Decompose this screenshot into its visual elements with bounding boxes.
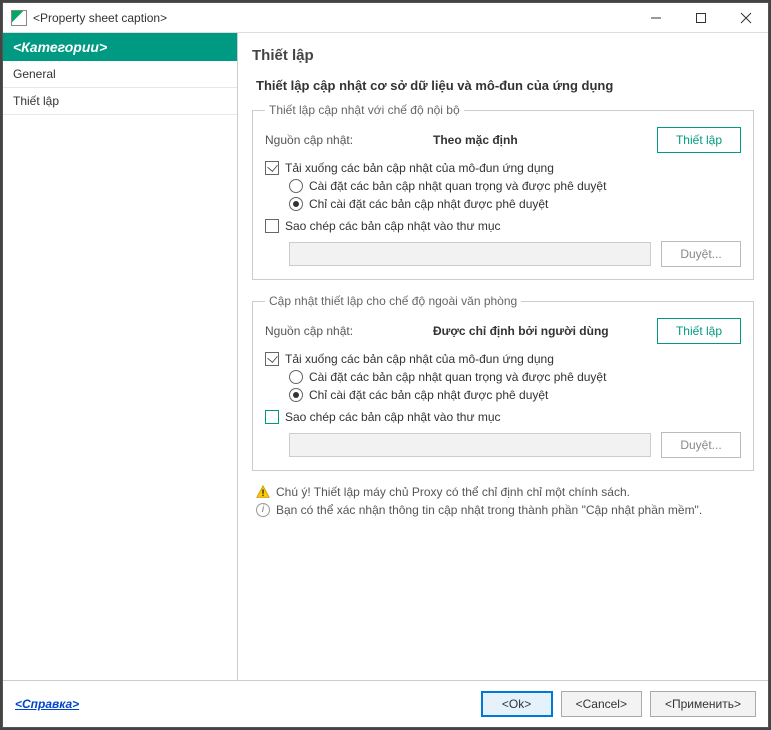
internal-radio-approved-label: Chỉ cài đặt các bản cập nhật được phê du… [309,197,548,211]
group-external-legend: Cập nhật thiết lập cho chế độ ngoài văn … [265,294,521,308]
main-panel: Thiết lập Thiết lập cập nhật cơ sở dữ li… [238,33,768,680]
titlebar: <Property sheet caption> [3,3,768,33]
external-radio-approved[interactable] [289,388,303,402]
external-radio-important[interactable] [289,370,303,384]
window-title: <Property sheet caption> [33,11,633,25]
external-download-label: Tải xuống các bản cập nhật của mô-đun ứn… [285,352,554,366]
group-external: Cập nhật thiết lập cho chế độ ngoài văn … [252,294,754,471]
internal-browse-button[interactable]: Duyệt... [661,241,741,267]
internal-radio-important-label: Cài đặt các bản cập nhật quan trọng và đ… [309,179,606,193]
info-icon: i [256,503,270,517]
maximize-button[interactable] [678,3,723,32]
internal-copy-path-input[interactable] [289,242,651,266]
cancel-button[interactable]: <Cancel> [561,691,642,717]
external-setup-button[interactable]: Thiết lập [657,318,741,344]
internal-source-label: Nguồn cập nhật: [265,133,425,147]
apply-button[interactable]: <Применить> [650,691,756,717]
internal-download-label: Tải xuống các bản cập nhật của mô-đun ứn… [285,161,554,175]
external-radio-approved-label: Chỉ cài đặt các bản cập nhật được phê du… [309,388,548,402]
external-download-checkbox[interactable] [265,352,279,366]
dialog-footer: <Справка> <Ok> <Cancel> <Применить> [3,680,768,727]
sidebar-item-settings[interactable]: Thiết lập [3,88,237,115]
external-browse-button[interactable]: Duyệt... [661,432,741,458]
external-copy-label: Sao chép các bản cập nhật vào thư mục [285,410,501,424]
close-button[interactable] [723,3,768,32]
internal-setup-button[interactable]: Thiết lập [657,127,741,153]
external-copy-checkbox[interactable] [265,410,279,424]
external-radio-important-label: Cài đặt các bản cập nhật quan trọng và đ… [309,370,606,384]
group-internal: Thiết lập cập nhật với chế độ nội bộ Ngu… [252,103,754,280]
section-title: Thiết lập cập nhật cơ sở dữ liệu và mô-đ… [256,78,754,93]
info-text: Bạn có thể xác nhận thông tin cập nhật t… [276,503,702,517]
ok-button[interactable]: <Ok> [481,691,553,717]
sidebar-item-general[interactable]: General [3,61,237,88]
warning-text: Chú ý! Thiết lập máy chủ Proxy có thể ch… [276,485,630,499]
external-copy-path-input[interactable] [289,433,651,457]
external-source-value: Được chỉ định bởi người dùng [433,324,649,338]
external-source-label: Nguồn cập nhật: [265,324,425,338]
group-internal-legend: Thiết lập cập nhật với chế độ nội bộ [265,103,464,117]
internal-download-checkbox[interactable] [265,161,279,175]
help-link[interactable]: <Справка> [15,697,79,711]
warning-icon [256,485,270,499]
app-icon [11,10,27,26]
category-header: <Категории> [3,33,237,61]
property-sheet-window: <Property sheet caption> <Категории> Gen… [2,2,769,728]
category-sidebar: <Категории> General Thiết lập [3,33,238,680]
minimize-button[interactable] [633,3,678,32]
page-title: Thiết lập [252,47,754,64]
internal-radio-important[interactable] [289,179,303,193]
internal-copy-label: Sao chép các bản cập nhật vào thư mục [285,219,501,233]
internal-radio-approved[interactable] [289,197,303,211]
internal-copy-checkbox[interactable] [265,219,279,233]
internal-source-value: Theo mặc định [433,133,649,147]
